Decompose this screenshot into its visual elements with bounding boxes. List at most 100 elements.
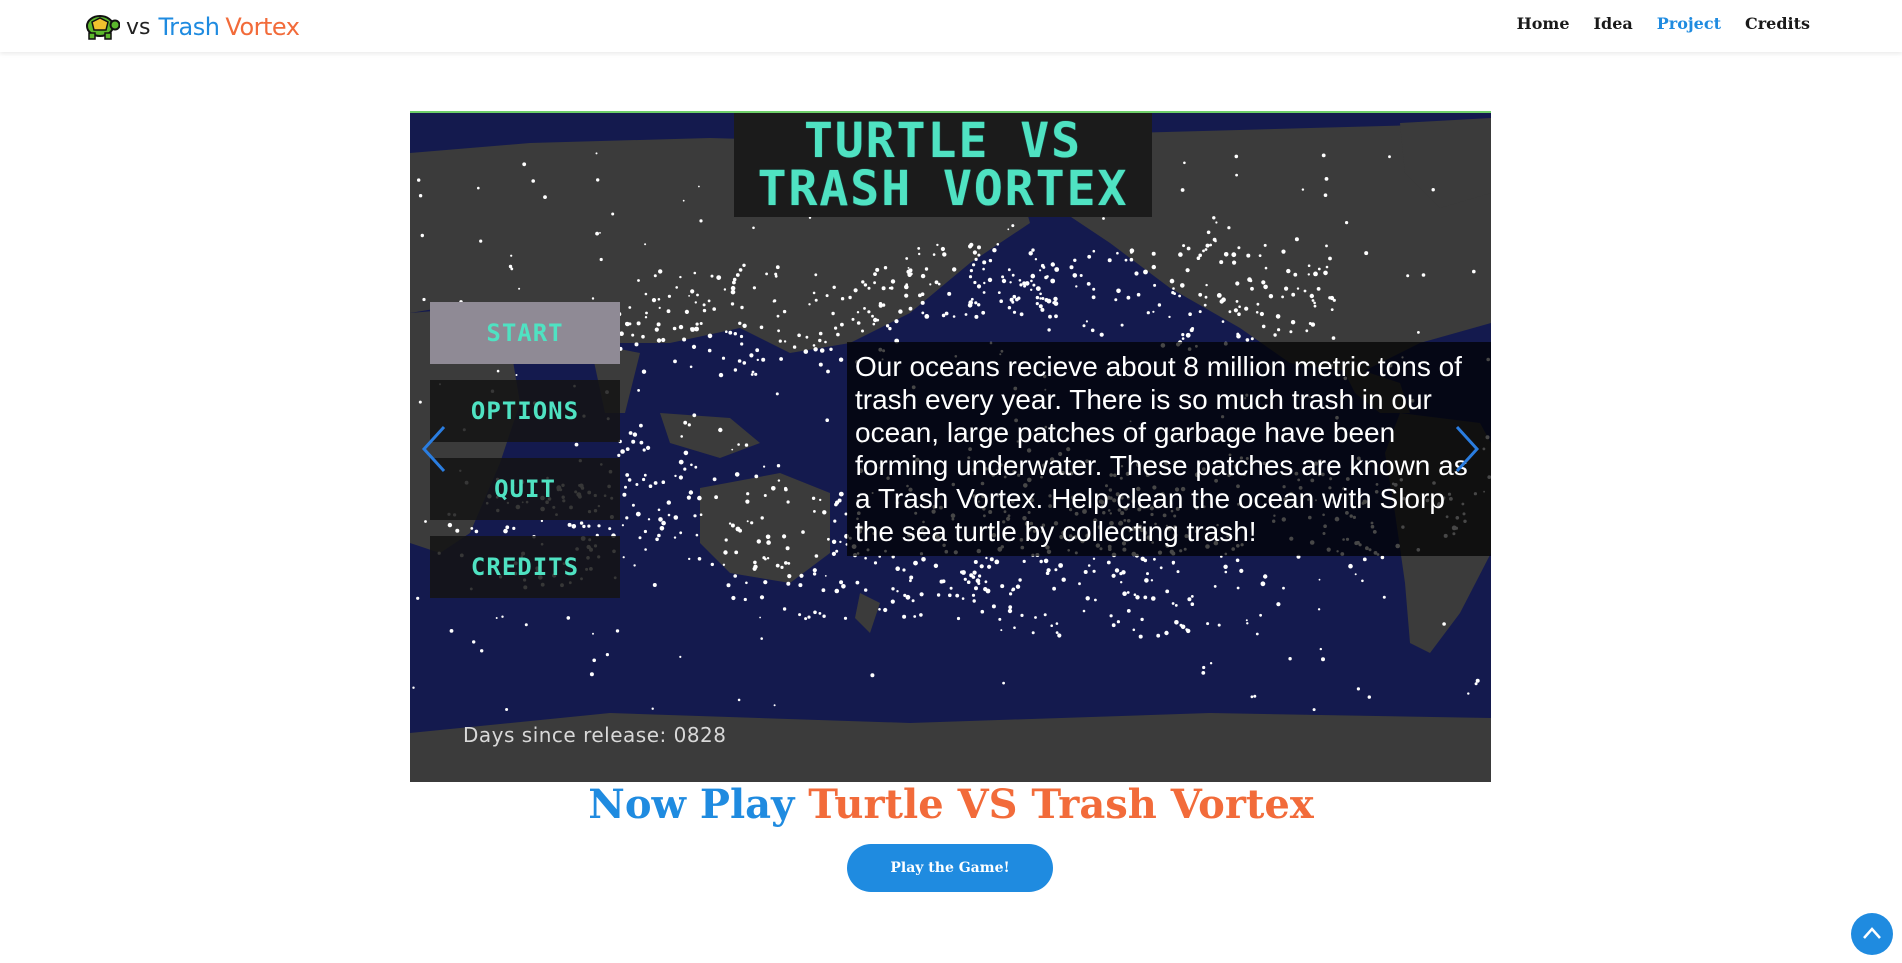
trash-dot — [1185, 268, 1190, 273]
back-to-top-button[interactable] — [1851, 913, 1893, 955]
trash-dot — [947, 291, 952, 296]
trash-dot — [731, 595, 736, 601]
trash-dot — [644, 243, 647, 246]
trash-dot — [1054, 267, 1060, 272]
trash-dot — [905, 283, 908, 286]
trash-dot — [774, 274, 778, 278]
trash-dot — [1244, 306, 1249, 311]
trash-dot — [1313, 271, 1318, 277]
trash-dot — [963, 577, 967, 581]
trash-dot — [510, 254, 513, 257]
trash-dot — [902, 568, 906, 572]
trash-dot — [807, 615, 811, 619]
trash-dot — [1362, 557, 1367, 562]
trash-dot — [731, 448, 734, 451]
menu-credits: CREDITS — [430, 536, 620, 598]
trash-dot — [1303, 289, 1307, 293]
trash-dot — [765, 534, 771, 540]
chevron-right-icon[interactable] — [1449, 421, 1485, 477]
trash-dot — [1442, 622, 1446, 626]
site-logo[interactable]: vs Trash Vortex — [80, 12, 300, 42]
trash-dot — [939, 579, 944, 584]
trash-dot — [635, 483, 639, 486]
play-game-button[interactable]: Play the Game! — [847, 844, 1053, 892]
trash-dot — [777, 479, 781, 482]
trash-dot — [924, 267, 929, 271]
trash-dot — [1216, 293, 1222, 298]
trash-dot — [972, 570, 977, 575]
trash-dot — [1174, 604, 1178, 607]
trash-dot — [1035, 302, 1039, 306]
trash-dot — [693, 271, 697, 275]
trash-dot — [813, 510, 816, 513]
trash-dot — [891, 587, 895, 591]
nav-idea[interactable]: Idea — [1594, 14, 1633, 33]
trash-dot — [1164, 630, 1169, 636]
trash-dot — [1388, 155, 1391, 159]
game-menu: START OPTIONS QUIT CREDITS — [430, 302, 620, 614]
trash-dot — [1331, 336, 1336, 340]
trash-dot — [932, 253, 936, 256]
trash-dot — [1092, 557, 1096, 560]
trash-dot — [637, 389, 640, 392]
trash-dot — [1261, 324, 1266, 329]
trash-dot — [909, 579, 912, 583]
trash-dot — [970, 297, 974, 301]
trash-dot — [1181, 337, 1185, 340]
trash-dot — [674, 474, 677, 478]
trash-dot — [418, 400, 422, 404]
nav-project[interactable]: Project — [1657, 14, 1721, 33]
trash-dot — [1203, 303, 1207, 307]
trash-dot — [840, 322, 844, 327]
trash-dot — [733, 332, 737, 336]
trash-dot — [976, 284, 982, 289]
trash-dot — [1053, 301, 1059, 306]
trash-dot — [831, 551, 836, 556]
trash-dot — [695, 322, 699, 326]
trash-dot — [1030, 273, 1036, 279]
trash-dot — [1296, 287, 1300, 290]
trash-dot — [760, 637, 763, 640]
trash-dot — [870, 673, 875, 678]
trash-dot — [864, 588, 868, 592]
trash-dot — [639, 423, 643, 428]
chevron-left-icon[interactable] — [416, 421, 452, 477]
trash-dot — [625, 516, 629, 520]
trash-dot — [1116, 620, 1120, 624]
menu-start: START — [430, 302, 620, 364]
trash-dot — [1382, 595, 1386, 599]
trash-dot — [416, 596, 420, 600]
trash-dot — [1007, 268, 1011, 272]
trash-dot — [856, 321, 861, 325]
trash-dot — [661, 520, 666, 526]
trash-dot — [1002, 681, 1005, 685]
trash-dot — [1291, 292, 1296, 297]
trash-dot — [1040, 263, 1045, 268]
trash-dot — [1001, 275, 1005, 279]
trash-dot — [742, 323, 747, 328]
trash-dot — [759, 616, 761, 619]
trash-dot — [1213, 585, 1217, 588]
trash-dot — [829, 347, 833, 351]
trash-dot — [988, 258, 993, 263]
trash-dot — [973, 280, 977, 285]
trash-dot — [745, 581, 748, 585]
trash-dot — [1050, 278, 1056, 284]
nav-home[interactable]: Home — [1517, 14, 1570, 33]
trash-dot — [782, 534, 787, 539]
trash-dot — [863, 283, 868, 287]
trash-dot — [805, 335, 809, 339]
trash-dot — [909, 575, 914, 580]
trash-dot — [734, 472, 740, 477]
trash-dot — [633, 564, 636, 567]
trash-dot — [956, 616, 961, 621]
trash-dot — [864, 556, 867, 560]
trash-dot — [1181, 333, 1185, 337]
trash-dot — [1263, 243, 1267, 247]
trash-dot — [738, 321, 742, 325]
trash-dot — [1261, 280, 1266, 285]
trash-dot — [737, 443, 740, 446]
nav-credits[interactable]: Credits — [1745, 14, 1810, 33]
trash-dot — [615, 629, 620, 633]
trash-dot — [1259, 613, 1262, 617]
